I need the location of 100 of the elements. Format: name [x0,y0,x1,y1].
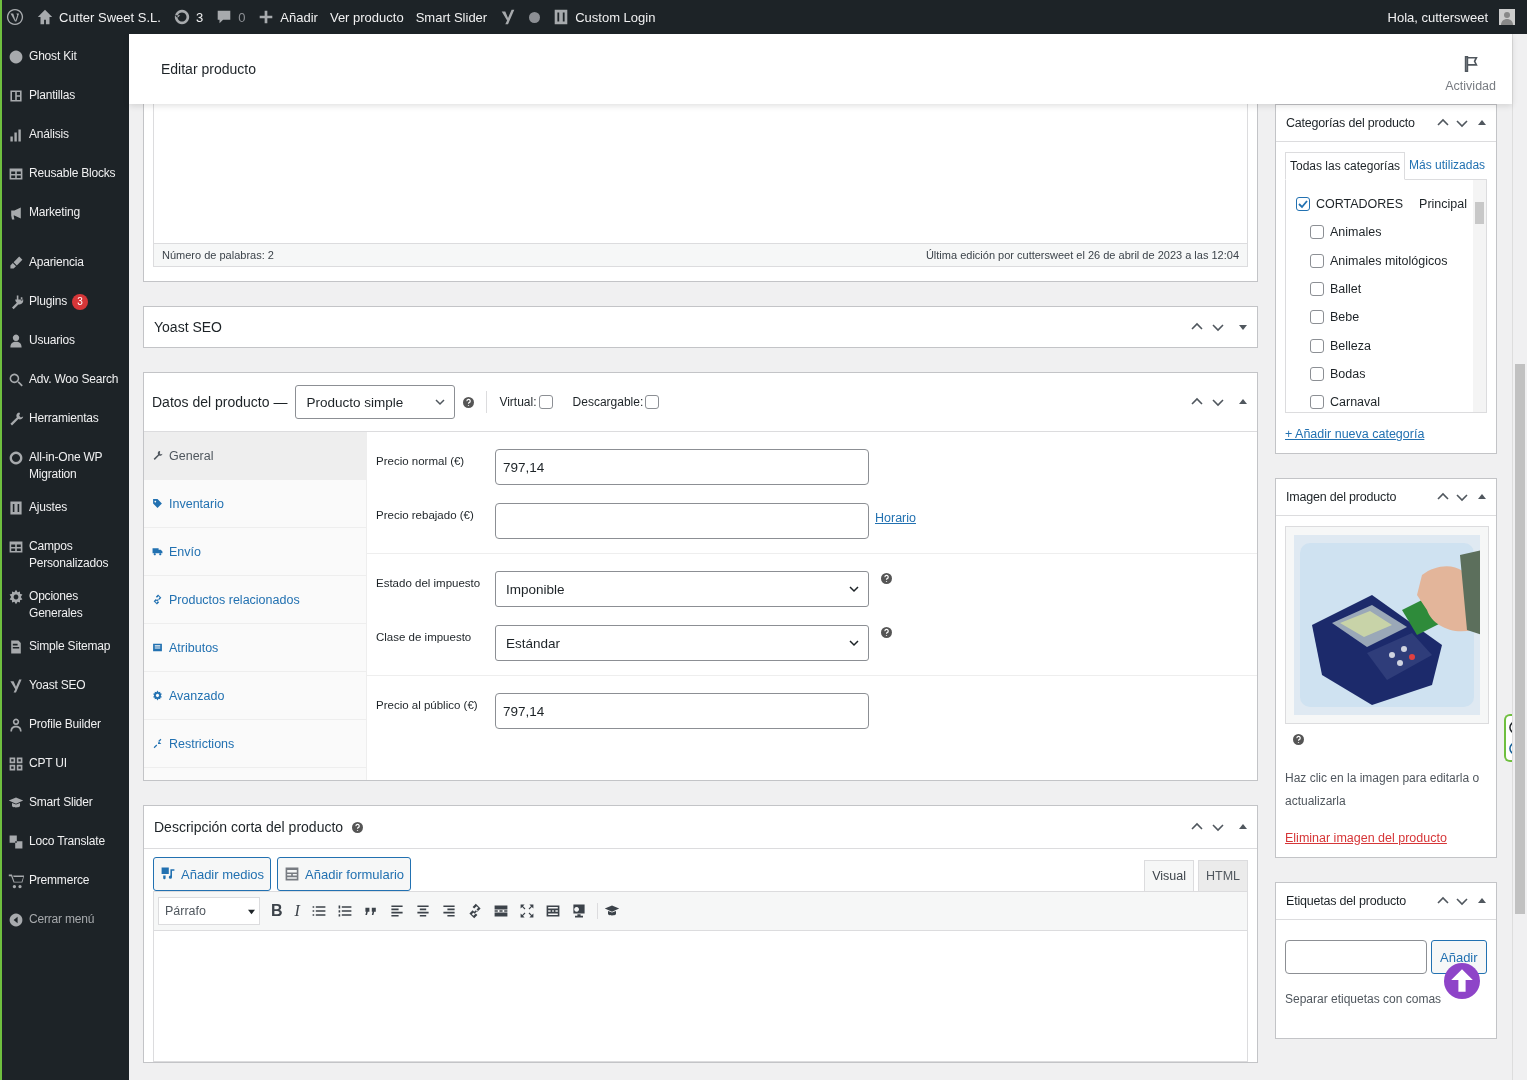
help-icon[interactable] [1293,734,1304,745]
product-data-tab[interactable]: Inventario [144,480,366,528]
input-field[interactable]: 797,14 [495,693,869,729]
virtual-checkbox[interactable] [538,395,553,409]
sidebar-item[interactable]: Cerrar menú [2,903,129,942]
add-category-link[interactable]: + Añadir nueva categoría [1285,427,1425,441]
product-data-tab[interactable]: Restrictions [144,720,366,768]
select-field[interactable]: Estándar [495,625,869,661]
scroll-to-top-button[interactable] [1444,963,1480,999]
new-link[interactable]: Añadir [257,8,318,26]
toggle-icon[interactable] [1239,398,1247,406]
category-checkbox[interactable] [1310,366,1324,381]
sidebar-item[interactable]: Adv. Woo Search [2,363,129,402]
sidebar-item[interactable]: Marketing [2,196,129,235]
bold-button[interactable]: B [270,902,284,920]
sidebar-item[interactable]: Plantillas [2,79,129,118]
input-field[interactable]: 797,14 [495,449,869,485]
move-down-icon[interactable] [1456,895,1468,907]
help-icon[interactable] [881,627,892,638]
sidebar-item[interactable]: Simple Sitemap [2,630,129,669]
toggle-icon[interactable] [1478,493,1486,501]
product-data-tab[interactable]: General [144,432,366,480]
truck-icon [152,546,163,557]
sidebar-item[interactable]: Herramientas [2,402,129,441]
editor-tab[interactable]: Visual [1144,860,1194,891]
admin-bar-link[interactable]: Ver producto [329,9,404,25]
sidebar-item[interactable]: Yoast SEO [2,669,129,708]
sidebar-item[interactable]: Loco Translate [2,825,129,864]
format-select[interactable]: Párrafo [158,897,260,925]
toggle-icon[interactable] [1478,897,1486,905]
refresh-icon [172,8,191,26]
product-data-tab[interactable]: Atributos [144,624,366,672]
category-tab[interactable]: Más utilizadas [1405,152,1490,179]
move-down-icon[interactable] [1456,117,1468,129]
toggle-icon[interactable] [1239,823,1247,831]
updates-link[interactable]: 3 [172,8,204,26]
remove-image-link[interactable]: Eliminar imagen del producto [1285,831,1447,845]
numbered-list-icon[interactable] [336,903,353,919]
product-data-tab[interactable]: Avanzado [144,672,366,720]
toggle-icon[interactable] [1478,119,1486,127]
help-icon[interactable] [881,573,892,584]
fullscreen-icon[interactable] [518,903,535,919]
input-field[interactable] [495,503,869,539]
custom-login-link[interactable]: Custom Login [552,8,656,26]
sidebar-item[interactable]: Reusable Blocks [2,157,129,196]
align-center-icon[interactable] [414,903,431,919]
sidebar-item[interactable]: Premmerce [2,864,129,903]
account-link[interactable]: Hola, cuttersweet [1387,9,1515,25]
add-media-button[interactable]: Añadir medios [153,857,272,891]
tag-input[interactable] [1285,940,1427,974]
graduation-cap-icon[interactable] [596,903,620,919]
category-checkbox[interactable] [1310,338,1324,353]
help-icon[interactable] [352,821,364,833]
keyboard-icon[interactable] [544,903,561,919]
comments-link[interactable]: 0 [215,8,246,26]
italic-button[interactable]: I [293,902,301,920]
sidebar-item[interactable]: Plugins 3 [2,285,129,324]
help-icon[interactable] [463,396,475,408]
page-scrollbar[interactable] [1512,34,1527,1080]
category-checkbox[interactable] [1310,225,1324,240]
toggle-icon[interactable] [1239,323,1247,331]
product-data-tab[interactable]: Envío [144,528,366,576]
sidebar-item[interactable]: Opciones Generales [2,580,129,630]
sidebar-item[interactable]: Profile Builder [2,708,129,747]
sidebar-item[interactable]: Ghost Kit [2,40,129,79]
move-down-icon[interactable] [1212,396,1224,408]
schedule-link[interactable]: Horario [875,503,916,525]
sidebar-item[interactable]: Análisis [2,118,129,157]
activity-button[interactable]: Actividad [1445,45,1496,93]
category-checkbox[interactable] [1310,282,1324,297]
sidebar-item[interactable]: Campos Personalizados [2,530,129,580]
downloadable-checkbox[interactable] [645,395,660,409]
editor-tab[interactable]: HTML [1197,860,1248,891]
align-right-icon[interactable] [440,903,457,919]
product-type-select[interactable]: Producto simple [295,385,456,419]
sidebar-item[interactable]: Smart Slider [2,786,129,825]
bullet-list-icon[interactable] [310,903,327,919]
category-checkbox[interactable] [1310,253,1324,268]
add-form-button[interactable]: Añadir formulario [277,857,412,891]
category-tab[interactable]: Todas las categorías [1285,152,1406,180]
category-checkbox[interactable] [1296,197,1310,212]
admin-bar-link[interactable]: Smart Slider [415,9,488,25]
align-left-icon[interactable] [388,903,405,919]
move-down-icon[interactable] [1456,491,1468,503]
read-more-icon[interactable] [492,903,509,919]
status-dot-icon[interactable] [529,11,541,23]
product-data-tab[interactable]: Productos relacionados [144,576,366,624]
sidebar-item[interactable]: All-in-One WP Migration [2,441,129,491]
move-down-icon[interactable] [1212,821,1224,833]
sidebar-item[interactable]: CPT UI [2,747,129,786]
screen-icon[interactable] [570,903,587,919]
sidebar-item[interactable]: Apariencia [2,246,129,285]
sidebar-item[interactable]: Usuarios [2,324,129,363]
move-down-icon[interactable] [1212,321,1224,333]
category-checkbox[interactable] [1310,310,1324,325]
select-field[interactable]: Imponible [495,571,869,607]
scrollbar[interactable] [1473,180,1486,412]
category-checkbox[interactable] [1310,395,1324,410]
site-name-link[interactable]: Cutter Sweet S.L. [36,8,161,26]
sidebar-item[interactable]: Ajustes [2,491,129,530]
